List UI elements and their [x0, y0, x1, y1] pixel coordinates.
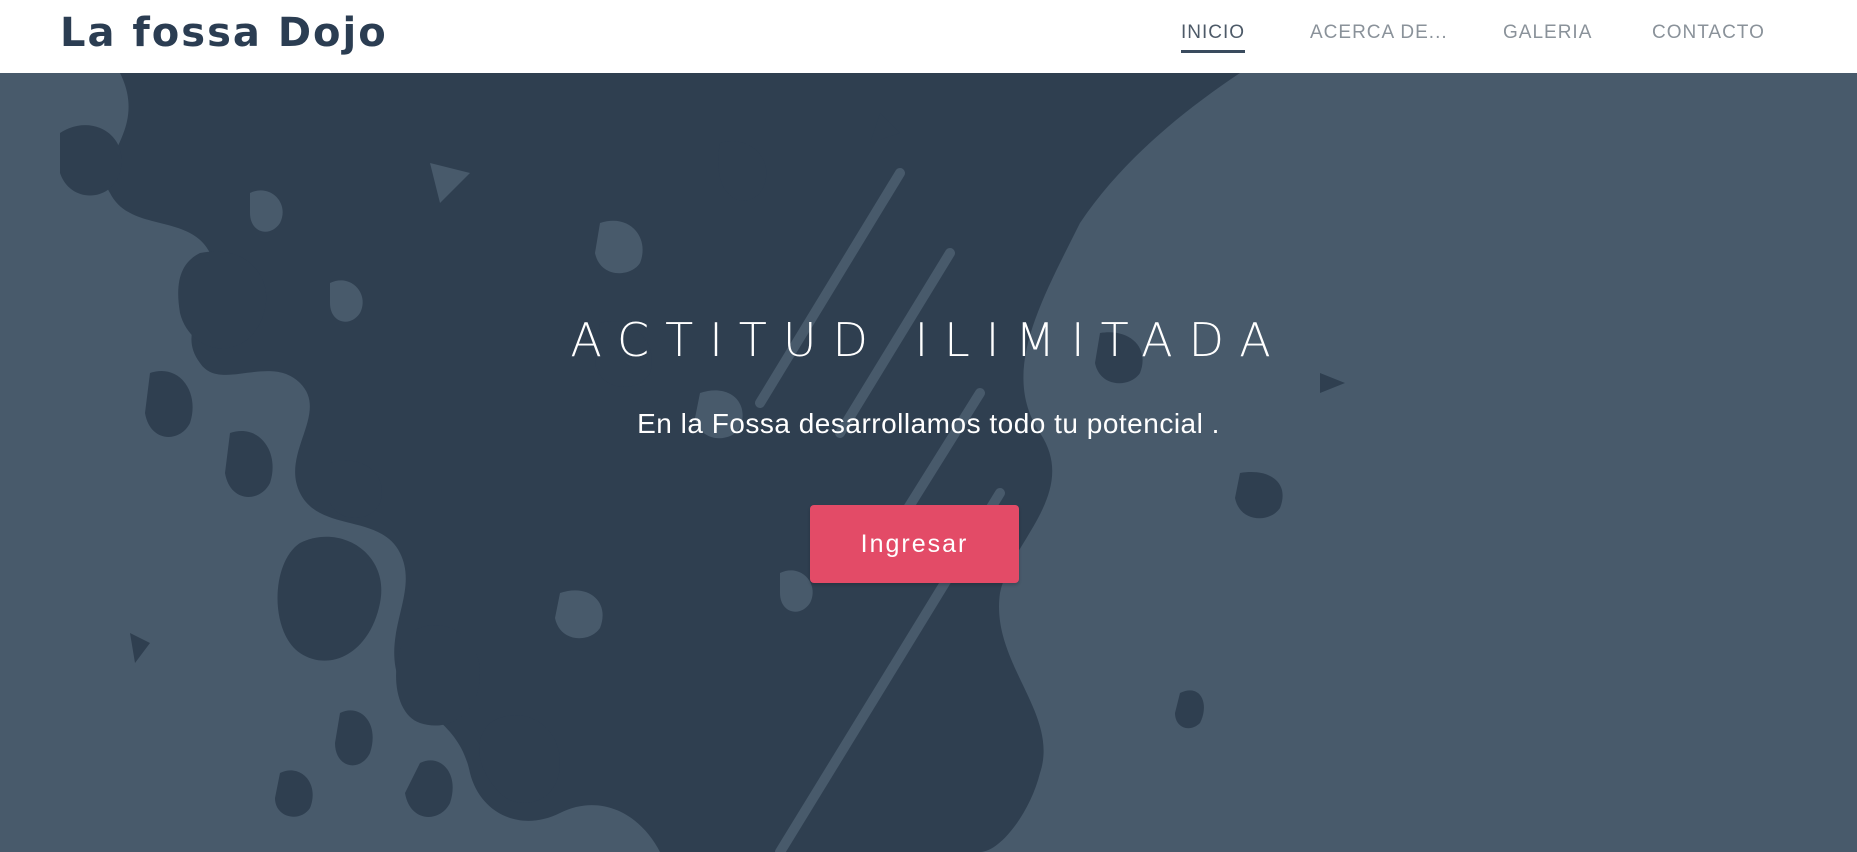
nav-link-acerca-de[interactable]: ACERCA DE...: [1310, 22, 1448, 44]
hero-subtitle: En la Fossa desarrollamos todo tu potenc…: [637, 408, 1220, 439]
navbar: La fossa Dojo INICIO ACERCA DE... GALERI…: [0, 0, 1857, 73]
ingresar-button[interactable]: Ingresar: [810, 505, 1019, 583]
nav-link-inicio[interactable]: INICIO: [1181, 22, 1246, 53]
ink-splash-background: [60, 73, 1345, 852]
nav-link-galeria[interactable]: GALERIA: [1503, 22, 1592, 44]
hero-section: ACTITUD ILIMITADA En la Fossa desarrolla…: [0, 73, 1857, 852]
hero-title: ACTITUD ILIMITADA: [570, 313, 1287, 367]
nav-link-contacto[interactable]: CONTACTO: [1652, 22, 1765, 44]
brand-logo-link[interactable]: La fossa Dojo: [60, 10, 388, 56]
